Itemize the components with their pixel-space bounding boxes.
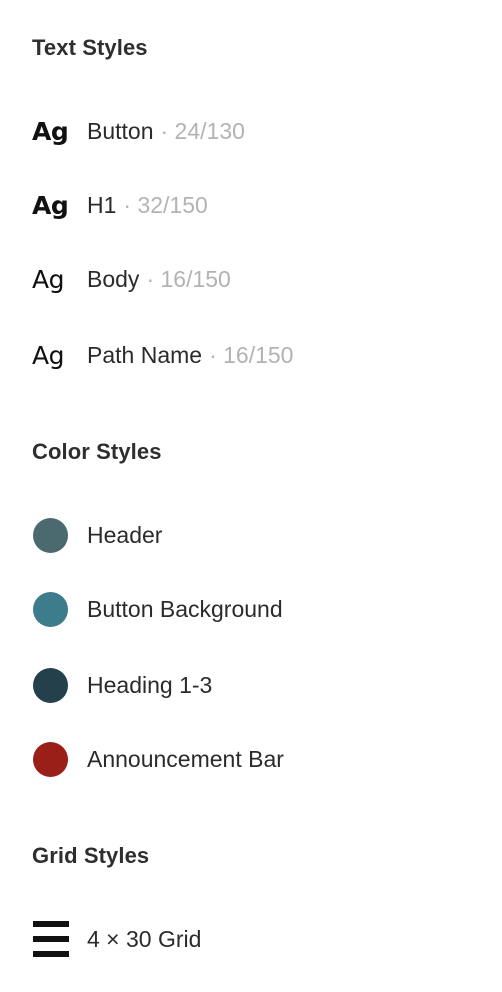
text-style-glyph-icon: Ag [32,264,64,294]
color-style-heading-1-3[interactable]: Heading 1-3 [32,665,212,705]
text-style-button[interactable]: Ag Button · 24/130 [32,111,245,151]
color-swatch-icon [33,741,68,777]
text-style-name: Path Name [87,341,203,368]
color-swatch-icon [33,517,68,553]
grid-bar [33,951,69,957]
color-styles-heading: Color Styles [32,439,162,464]
grid-style-4x30[interactable]: 4 × 30 Grid [32,919,201,959]
text-style-name: H1 [87,191,117,218]
color-style-button-background[interactable]: Button Background [32,589,283,629]
color-style-name: Announcement Bar [87,745,284,772]
text-style-body[interactable]: Ag Body · 16/150 [32,259,231,299]
text-style-name: Body [87,265,140,292]
color-style-name: Heading 1-3 [87,671,213,698]
grid-bar [33,936,69,942]
text-style-size: · 32/150 [123,191,208,218]
text-style-glyph-icon: Ag [32,340,64,370]
grid-style-name: 4 × 30 Grid [87,925,202,952]
text-style-glyph-icon: Ag [32,190,69,220]
text-style-size: · 16/150 [209,341,294,368]
color-swatch-icon [33,667,68,703]
color-style-header[interactable]: Header [32,515,162,555]
text-style-h1[interactable]: Ag H1 · 32/150 [32,185,208,225]
color-style-name: Button Background [87,595,283,622]
color-style-announcement-bar[interactable]: Announcement Bar [32,739,284,779]
text-style-path-name[interactable]: Ag Path Name · 16/150 [32,335,293,375]
grid-bar [33,921,69,927]
text-style-size: · 24/130 [160,117,245,144]
text-style-size: · 16/150 [146,265,231,292]
grid-styles-heading: Grid Styles [32,843,150,868]
text-style-name: Button [87,117,154,144]
grid-rows-icon [33,921,69,957]
text-style-glyph-icon: Ag [32,116,69,146]
color-style-name: Header [87,521,163,548]
text-styles-heading: Text Styles [32,35,148,60]
color-swatch-icon [33,591,68,627]
